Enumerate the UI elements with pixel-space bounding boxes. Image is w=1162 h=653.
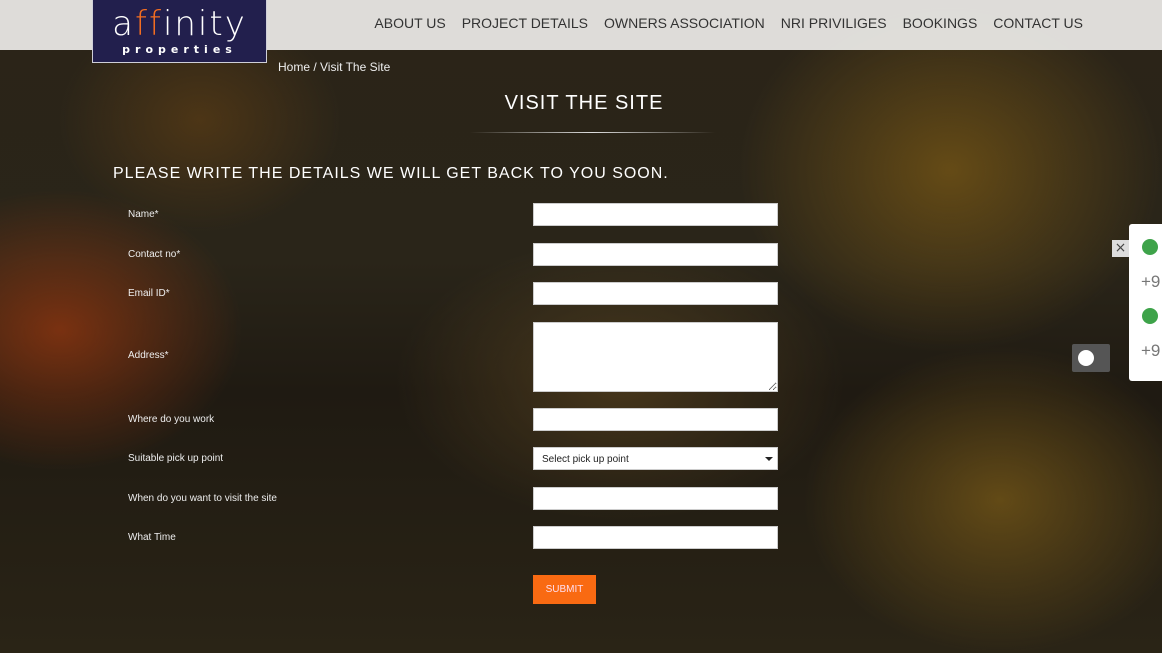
title-divider	[470, 132, 715, 133]
email-input[interactable]	[533, 282, 778, 305]
visit-date-input[interactable]	[533, 487, 778, 510]
logo-text: inity	[162, 4, 247, 44]
main-nav: ABOUT US PROJECT DETAILS OWNERS ASSOCIAT…	[374, 15, 1083, 31]
phone-number[interactable]: +9	[1141, 272, 1160, 292]
contact-input[interactable]	[533, 243, 778, 266]
phone-24-icon	[1078, 350, 1094, 366]
nav-owners-association[interactable]: OWNERS ASSOCIATION	[604, 15, 765, 31]
pickup-select-value: Select pick up point	[542, 454, 629, 465]
address-label: Address*	[128, 350, 169, 361]
phone-24-icon	[1142, 308, 1158, 324]
submit-button[interactable]: SUBMIT	[533, 575, 596, 604]
logo-text: a	[112, 4, 135, 44]
logo-subtext: properties	[122, 43, 237, 56]
address-textarea[interactable]	[533, 322, 778, 392]
name-input[interactable]	[533, 203, 778, 226]
time-input[interactable]	[533, 526, 778, 549]
caret-down-icon	[765, 457, 773, 461]
pickup-select[interactable]: Select pick up point	[533, 447, 778, 470]
nav-nri-priviliges[interactable]: NRI PRIVILIGES	[781, 15, 887, 31]
visit-date-label: When do you want to visit the site	[128, 493, 277, 504]
nav-about-us[interactable]: ABOUT US	[374, 15, 445, 31]
page-title: VISIT THE SITE	[504, 92, 664, 114]
pickup-label: Suitable pick up point	[128, 453, 224, 464]
logo-text-accent: ff	[134, 4, 163, 44]
nav-project-details[interactable]: PROJECT DETAILS	[462, 15, 588, 31]
breadcrumb[interactable]: Home / Visit The Site	[278, 60, 390, 74]
name-label: Name*	[128, 209, 159, 220]
phone-24-icon	[1142, 239, 1158, 255]
call-button[interactable]	[1072, 344, 1110, 372]
close-icon[interactable]: ×	[1112, 240, 1129, 257]
time-label: What Time	[128, 532, 176, 543]
email-label: Email ID*	[128, 288, 170, 299]
form-heading: PLEASE WRITE THE DETAILS WE WILL GET BAC…	[113, 165, 669, 182]
contact-label: Contact no*	[128, 249, 181, 260]
nav-contact-us[interactable]: CONTACT US	[993, 15, 1083, 31]
nav-bookings[interactable]: BOOKINGS	[903, 15, 978, 31]
contact-side-panel: +9 +9	[1129, 224, 1162, 381]
logo[interactable]: affinity properties	[92, 0, 267, 63]
phone-number[interactable]: +9	[1141, 341, 1160, 361]
work-input[interactable]	[533, 408, 778, 431]
work-label: Where do you work	[128, 414, 215, 425]
